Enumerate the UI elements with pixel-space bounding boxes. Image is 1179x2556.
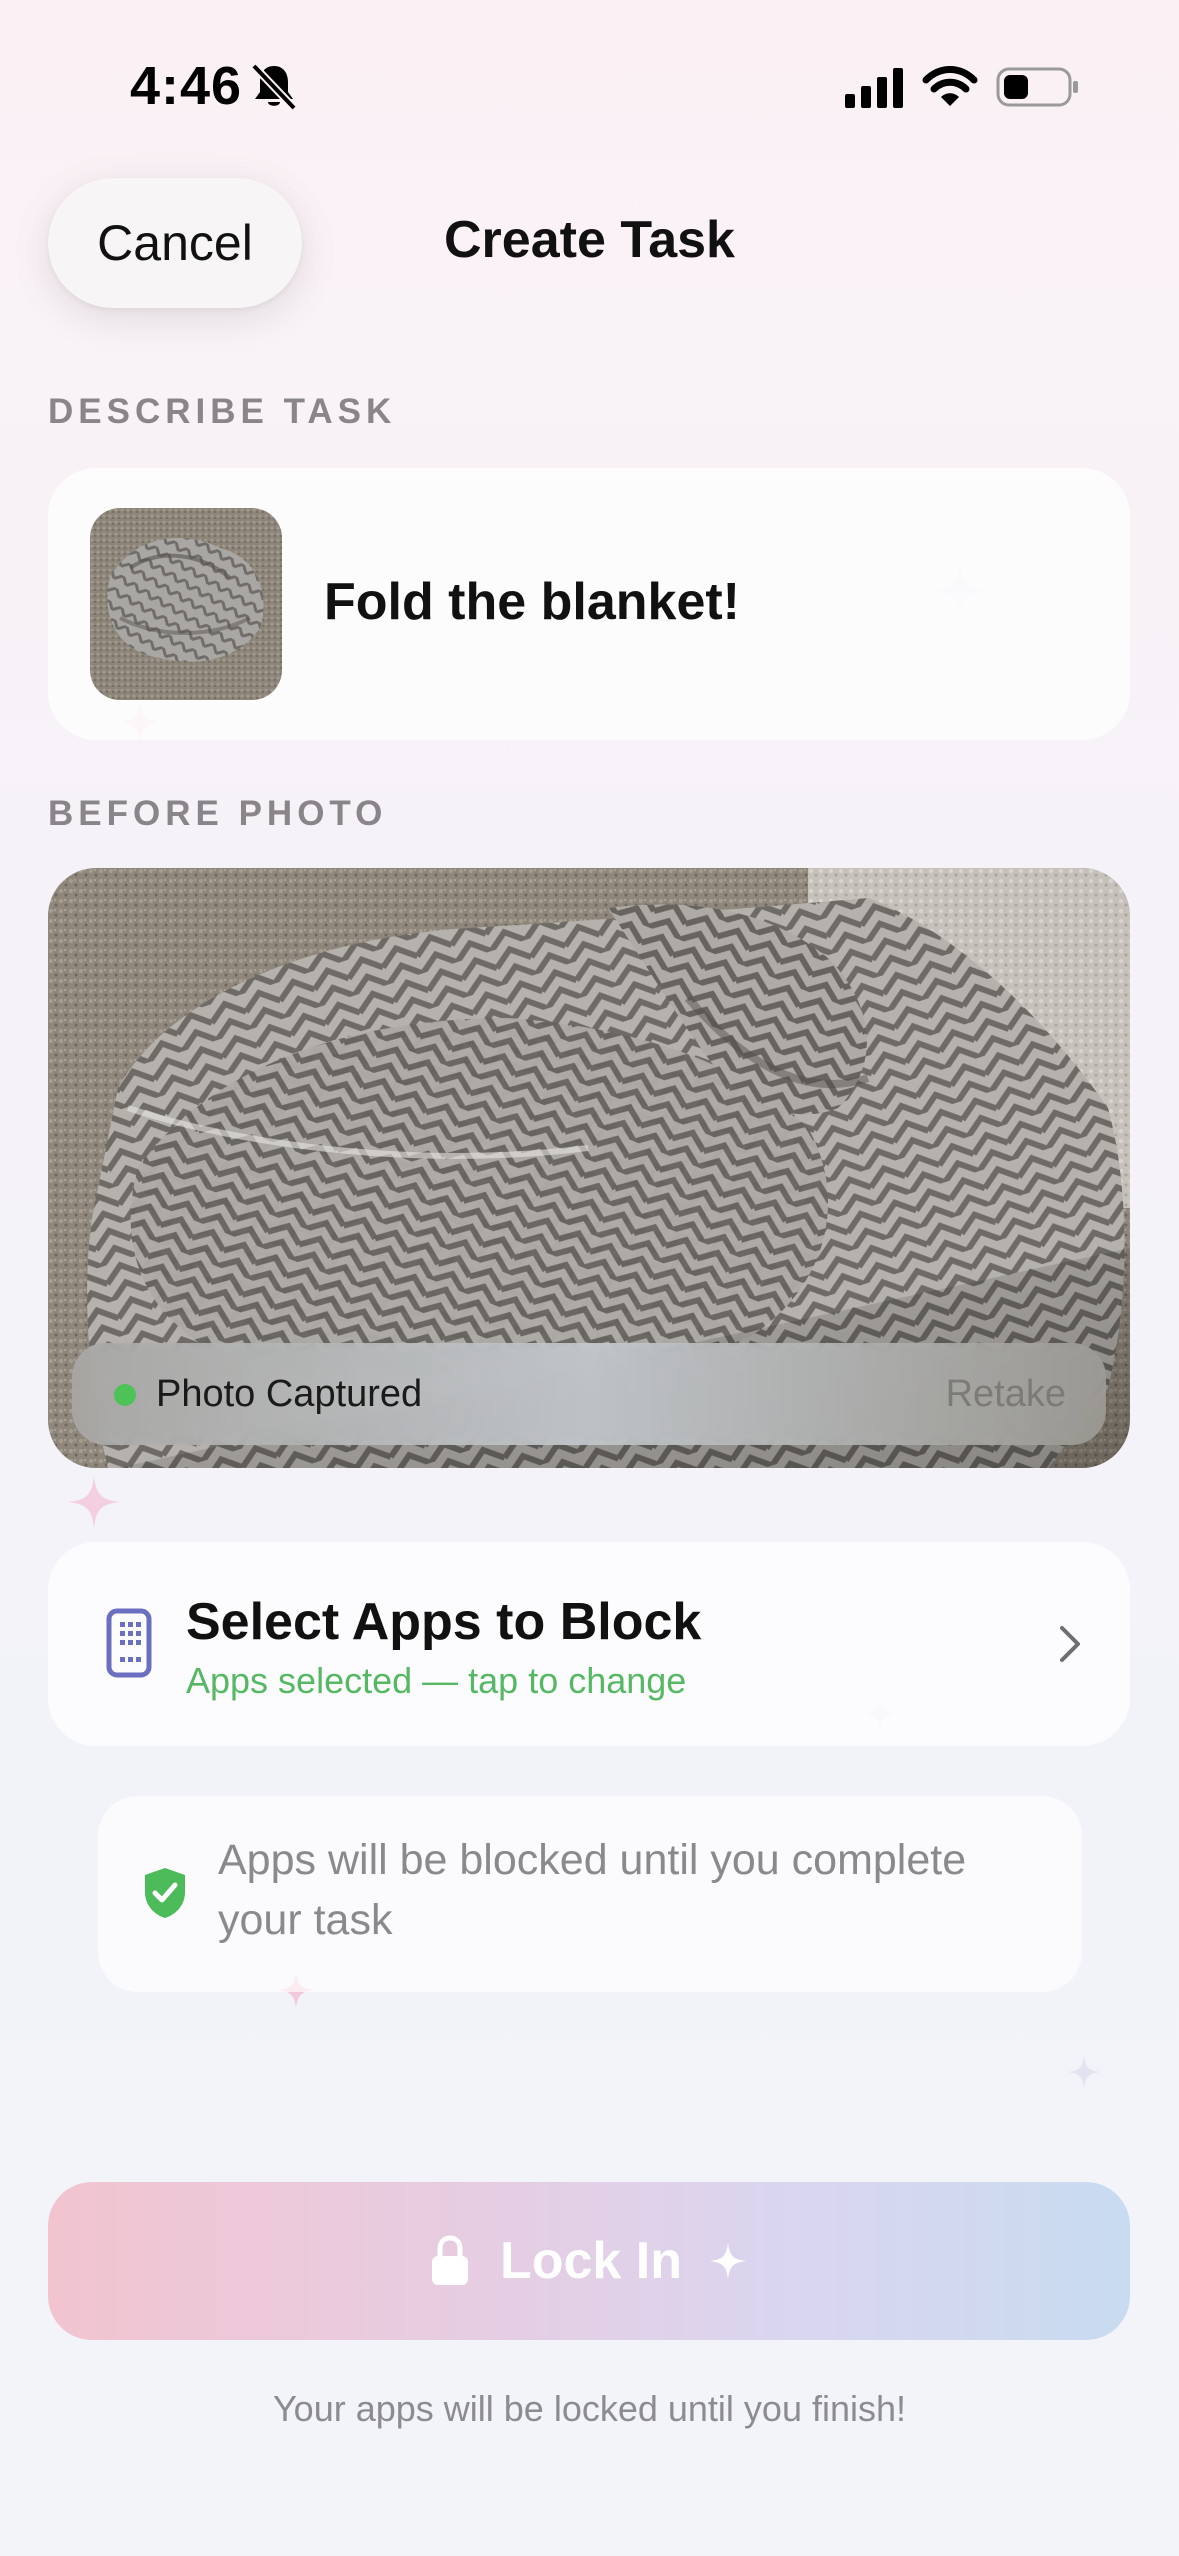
bell-slash-icon <box>251 63 297 111</box>
photo-status-bar: Photo Captured Retake <box>72 1343 1106 1445</box>
photo-status-text: Photo Captured <box>156 1373 423 1415</box>
status-bar: 4:46 <box>0 0 1179 170</box>
footer-note: Your apps will be locked until you finis… <box>272 2388 907 2429</box>
signal-icon <box>845 68 903 108</box>
select-apps-card[interactable]: Select Apps to Block Apps selected — tap… <box>48 1542 1130 1746</box>
retake-button[interactable]: Retake <box>946 1373 1066 1416</box>
sparkle-decoration <box>67 1475 121 1529</box>
task-card[interactable]: Fold the blanket! <box>48 468 1130 740</box>
block-info-text: Apps will be blocked until you complete … <box>218 1836 967 1944</box>
task-description: Fold the blanket! <box>324 573 740 631</box>
task-thumbnail <box>90 508 282 700</box>
lock-in-label: Lock In <box>499 2232 683 2290</box>
apps-selected-subtitle: Apps selected — tap to change <box>186 1660 687 1701</box>
phone-grid-icon <box>106 1608 152 1678</box>
lock-in-button[interactable]: Lock In <box>48 2182 1130 2340</box>
before-photo-label: BEFORE PHOTO <box>48 794 388 833</box>
sparkle-decoration <box>1067 2055 1101 2089</box>
shield-check-icon <box>145 1868 185 1918</box>
lock-icon <box>431 2235 468 2285</box>
status-dot-icon <box>114 1384 136 1406</box>
describe-task-label: DESCRIBE TASK <box>48 392 397 431</box>
page-title: Create Task <box>444 211 735 269</box>
status-time: 4:46 <box>130 56 243 116</box>
sparkle-icon <box>709 2242 747 2280</box>
wifi-icon <box>922 66 978 106</box>
block-info-card: Apps will be blocked until you complete … <box>98 1796 1082 1992</box>
battery-icon <box>996 67 1078 107</box>
chevron-right-icon <box>1060 1626 1080 1662</box>
before-photo: Photo Captured Retake <box>48 868 1130 1468</box>
select-apps-title: Select Apps to Block <box>186 1593 702 1651</box>
